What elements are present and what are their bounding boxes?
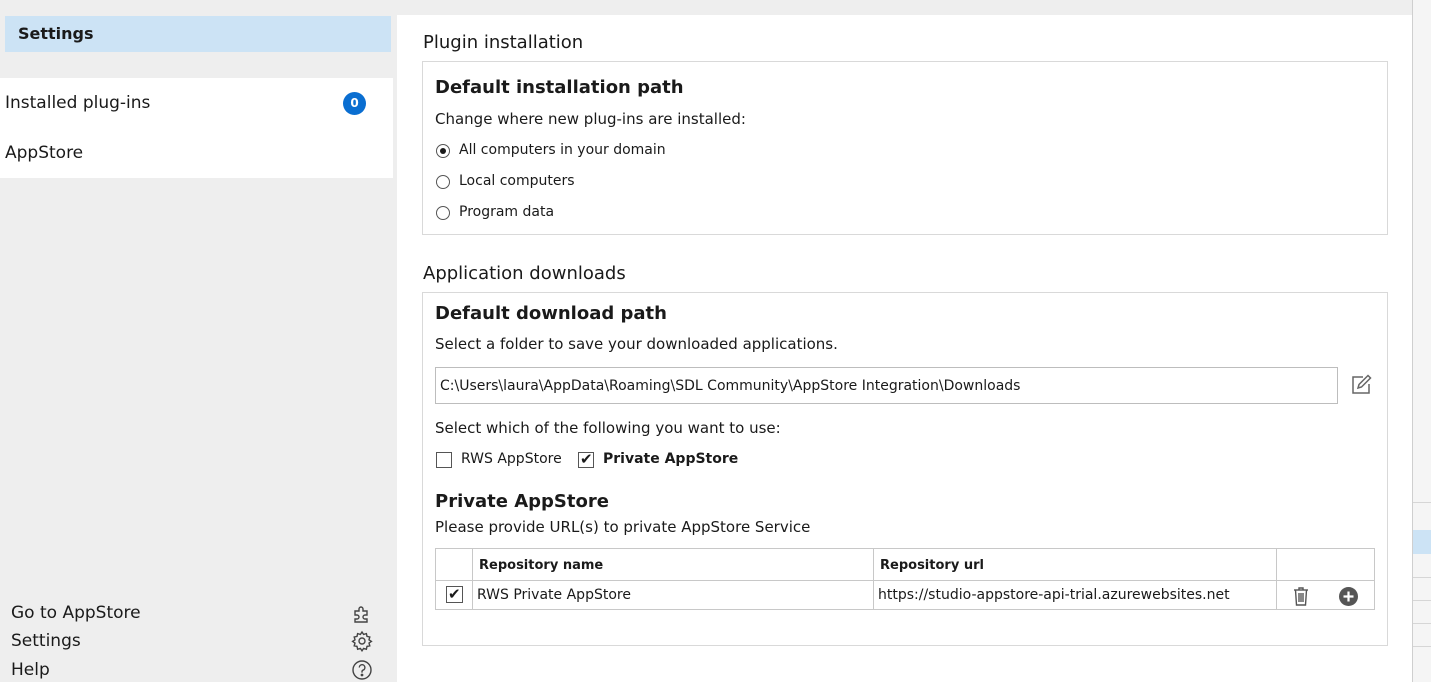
radio-button[interactable]	[436, 175, 450, 189]
download-path-panel: Default download path Select a folder to…	[422, 292, 1388, 646]
checkbox[interactable]: ✔	[578, 450, 594, 468]
checkbox-label: RWS AppStore	[461, 451, 562, 467]
help-icon	[352, 660, 372, 680]
sidebar: Settings Installed plug-ins 0 AppStore G…	[0, 0, 397, 682]
check-icon: ✔	[580, 450, 593, 468]
radio-label: Local computers	[459, 173, 575, 189]
sidebar-item-appstore[interactable]: AppStore	[0, 128, 393, 178]
divider	[1413, 502, 1431, 503]
divider	[1413, 623, 1431, 624]
go-to-appstore-label: Go to AppStore	[11, 603, 141, 623]
section-title-plugin-installation: Plugin installation	[423, 32, 584, 53]
divider	[1413, 646, 1431, 647]
table-cell-name[interactable]: RWS Private AppStore	[473, 581, 874, 610]
panel-title: Default installation path	[435, 77, 684, 98]
count-badge: 0	[343, 92, 366, 115]
radio-label: All computers in your domain	[459, 142, 666, 158]
help-link[interactable]: Help	[0, 658, 393, 682]
radio-button[interactable]	[436, 144, 450, 158]
puzzle-icon	[354, 606, 368, 623]
table-row[interactable]: ✔ RWS Private AppStore https://studio-ap…	[436, 580, 1374, 610]
checkbox[interactable]	[436, 452, 452, 468]
private-appstore-description: Please provide URL(s) to private AppStor…	[435, 518, 811, 536]
trash-icon[interactable]	[1290, 585, 1312, 607]
private-appstore-title: Private AppStore	[435, 491, 609, 512]
sidebar-item-installed-plugins[interactable]: Installed plug-ins 0	[0, 78, 393, 128]
divider	[1413, 600, 1431, 601]
settings-label: Settings	[11, 631, 81, 651]
divider	[1413, 577, 1431, 578]
source-select-label: Select which of the following you want t…	[435, 419, 781, 437]
check-icon: ✔	[448, 585, 461, 603]
top-strip	[397, 0, 1412, 15]
right-scroll-area	[1412, 0, 1431, 682]
repository-table: Repository name Repository url ✔ RWS Pri…	[435, 548, 1375, 610]
panel-description: Change where new plug-ins are installed:	[435, 110, 746, 128]
table-cell-url[interactable]: https://studio-appstore-api-trial.azurew…	[874, 581, 1277, 610]
gear-icon	[351, 630, 373, 652]
panel-description: Select a folder to save your downloaded …	[435, 335, 838, 353]
sidebar-item-label: Installed plug-ins	[5, 93, 151, 113]
table-header-name: Repository name	[473, 549, 874, 580]
installation-path-panel: Default installation path Change where n…	[422, 61, 1388, 235]
radio-label: Program data	[459, 204, 555, 220]
settings-content: Plugin installation Default installation…	[397, 15, 1412, 682]
table-header-actions	[1277, 549, 1374, 580]
section-title-application-downloads: Application downloads	[423, 263, 626, 284]
radio-button[interactable]	[436, 206, 450, 220]
table-header-url: Repository url	[874, 549, 1277, 580]
table-cell-select: ✔	[436, 581, 473, 610]
selection-band	[1413, 530, 1431, 554]
settings-link[interactable]: Settings	[0, 629, 393, 655]
help-label: Help	[11, 660, 50, 680]
download-path-input[interactable]	[435, 367, 1338, 404]
panel-title: Default download path	[435, 303, 667, 324]
sidebar-header[interactable]: Settings	[5, 16, 391, 52]
checkbox-label: Private AppStore	[603, 451, 739, 467]
sidebar-nav: Installed plug-ins 0 AppStore	[0, 78, 393, 178]
sidebar-item-label: AppStore	[5, 143, 84, 163]
go-to-appstore-link[interactable]: Go to AppStore	[0, 601, 393, 627]
table-header-select	[436, 549, 473, 580]
sidebar-header-label: Settings	[18, 24, 94, 43]
row-checkbox[interactable]: ✔	[446, 585, 463, 603]
edit-icon[interactable]	[1349, 373, 1373, 397]
add-circle-icon[interactable]	[1338, 586, 1359, 607]
